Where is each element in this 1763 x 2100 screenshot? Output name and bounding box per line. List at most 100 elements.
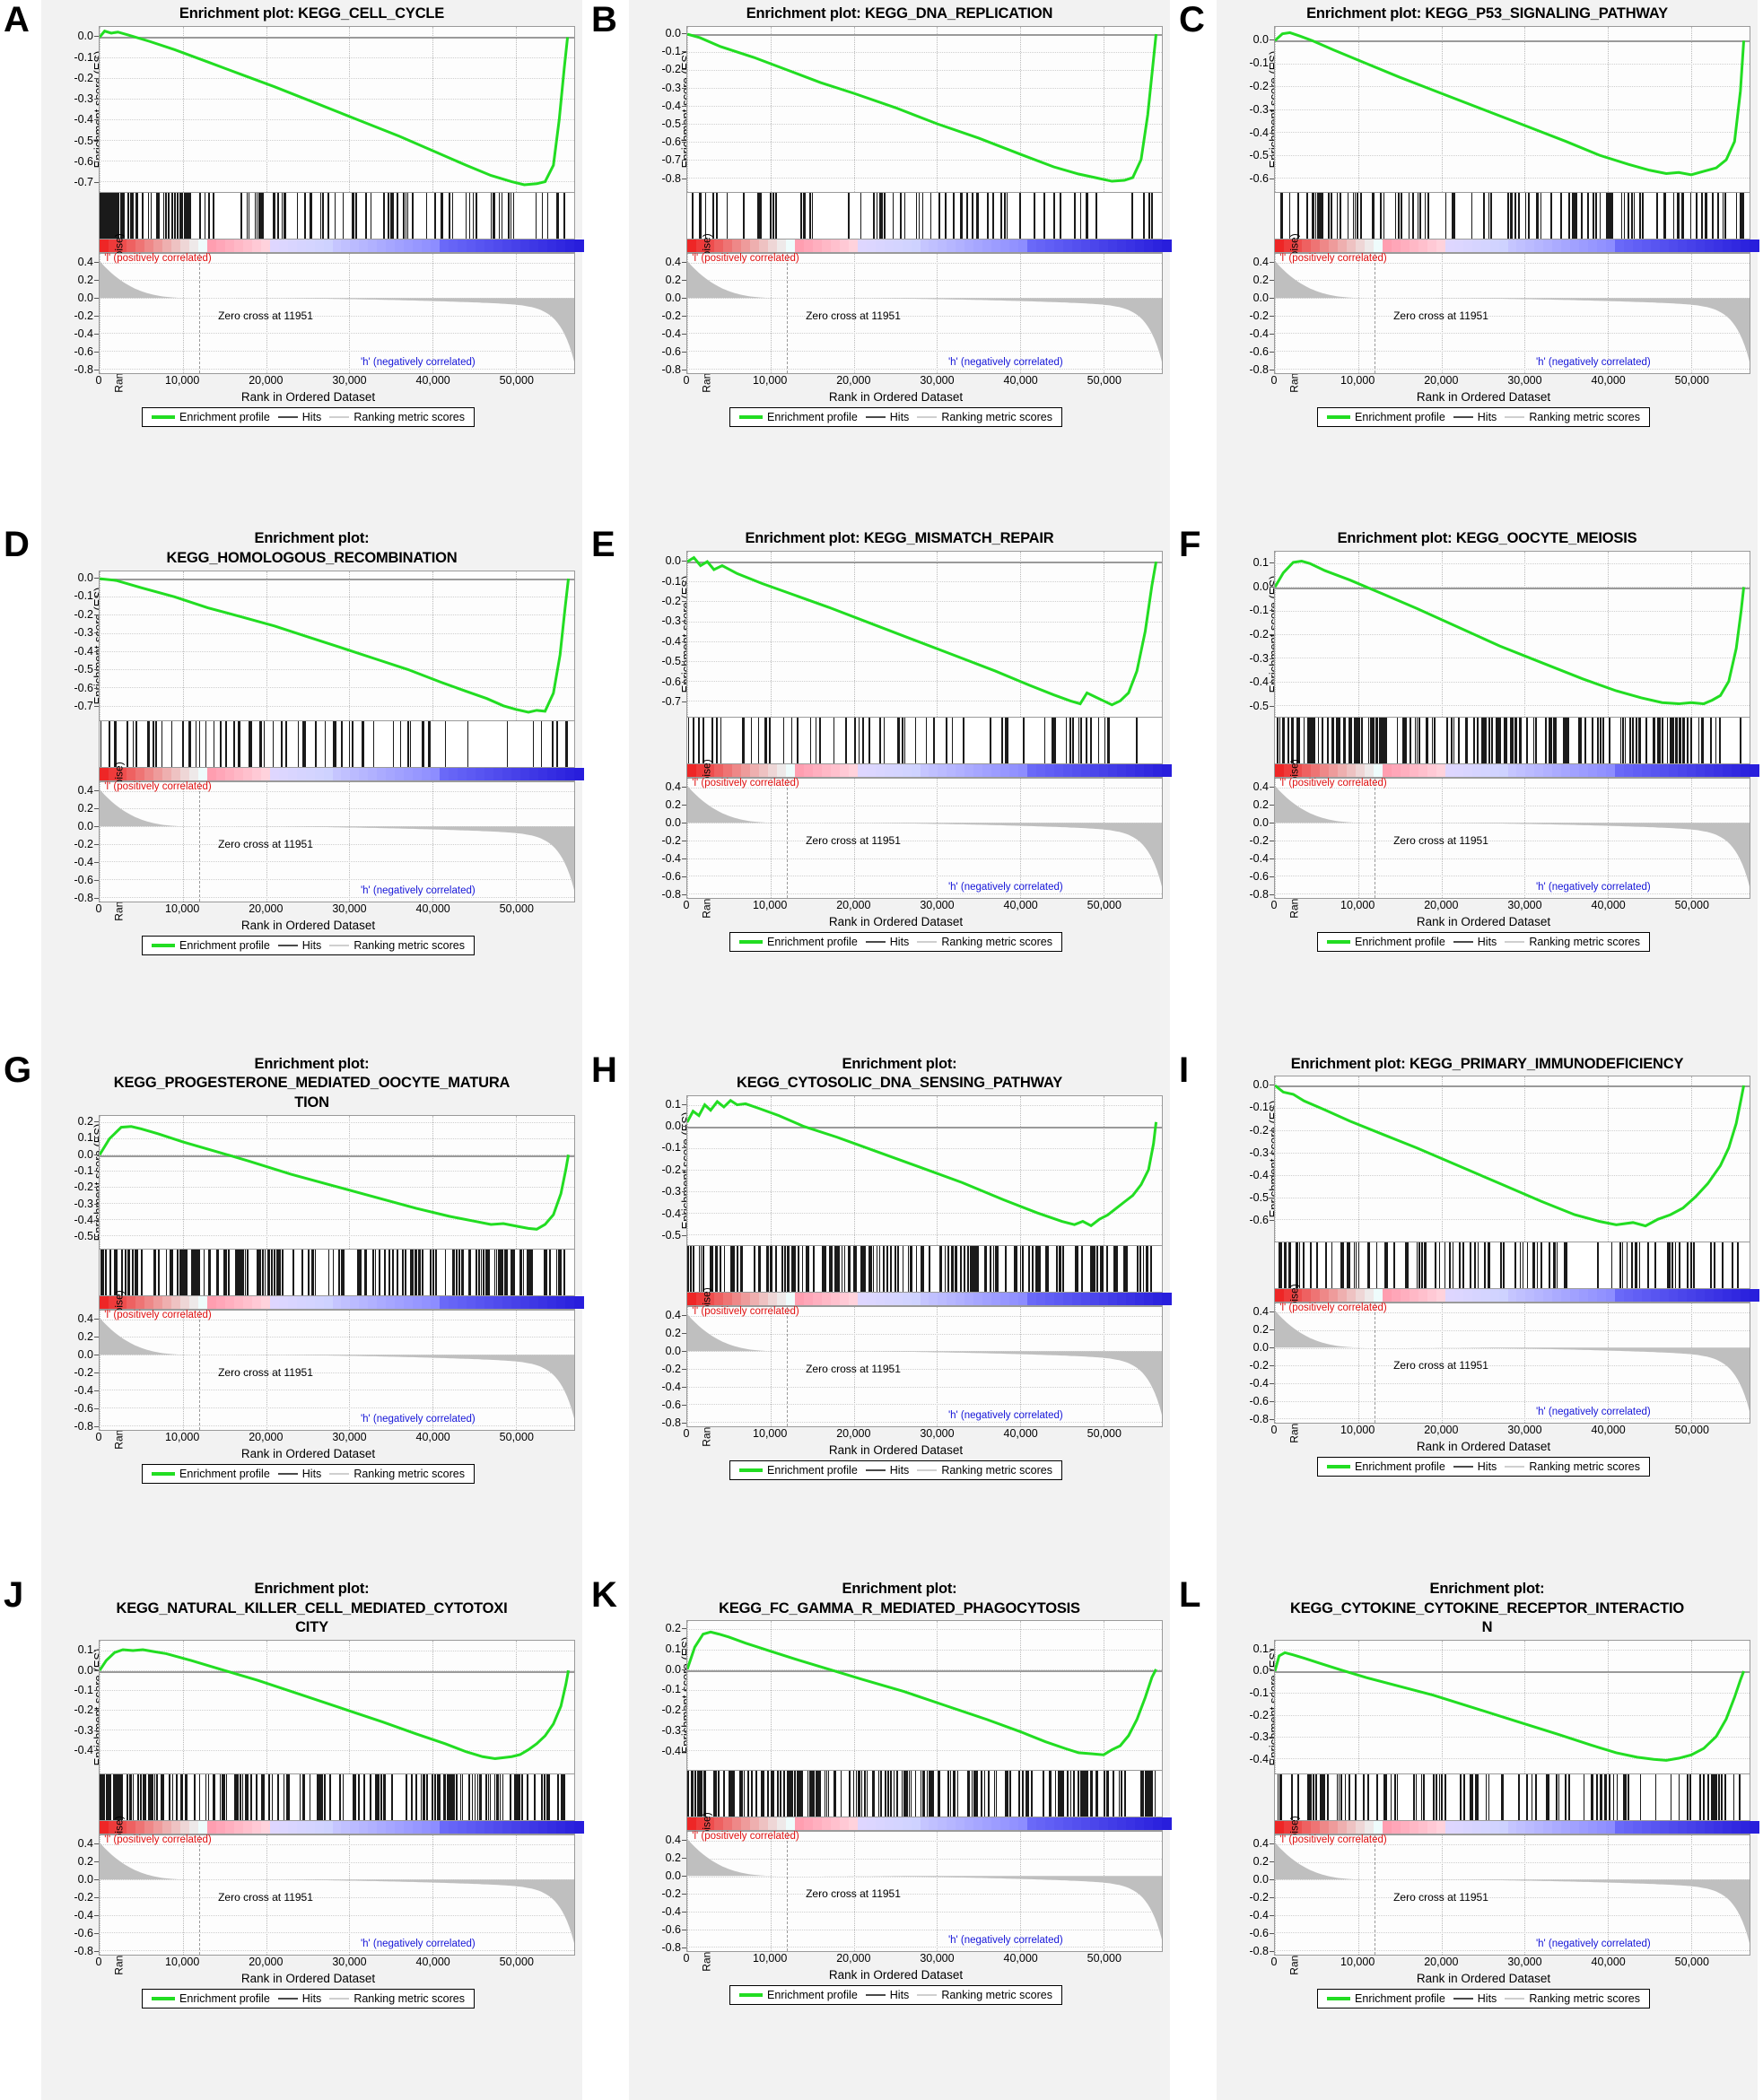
hit-mark [332,1249,335,1295]
hit-mark [1347,192,1349,239]
hit-mark [1390,1774,1392,1821]
hit-mark [1142,1246,1145,1293]
hit-mark [1298,1242,1301,1289]
hit-mark [451,192,454,239]
hit-mark [879,718,881,764]
hits-axis-spacer [1217,1242,1274,1289]
hit-mark [545,1249,547,1295]
hit-mark [365,1249,368,1295]
zero-cross-label: Zero cross at 11951 [218,1891,313,1904]
hit-mark [130,1774,132,1821]
hit-mark [237,1774,240,1821]
plot-legend: Enrichment profile Hits Ranking metric sco… [142,935,475,955]
hit-mark [698,1771,701,1817]
hit-mark [1342,1242,1344,1289]
hit-mark [1620,192,1623,239]
hits-swatch-icon [1453,941,1473,944]
hit-mark [434,192,436,239]
plot-stack: Enrichment score (ES)0.10.0-0.1-0.2-0.3-… [1217,551,1760,1050]
hit-mark [690,1246,692,1293]
legend-enrichment-profile: Enrichment profile [152,939,270,952]
rank-y-tick-label: -0.8 [1249,1945,1269,1958]
hit-mark [883,1246,885,1293]
x-axis-ticks: 0 10,000 20,000 30,000 40,000 50,000 [684,899,1163,914]
hit-mark [182,720,184,767]
hit-mark [754,1246,756,1293]
hits-band [1274,718,1750,765]
hit-mark [1556,1774,1558,1821]
hit-mark [903,718,906,764]
rank-plot-area: Zero cross at 11951'h' (negatively corre… [99,1309,575,1431]
hit-mark [1150,192,1153,239]
hits-axis-spacer [629,1246,686,1293]
hit-mark [1662,718,1663,764]
hit-mark [716,192,718,239]
hit-mark [324,720,327,767]
hit-mark [422,1249,424,1295]
x-tick-label: 40,000 [1591,899,1626,912]
hit-mark [1054,1771,1057,1817]
hit-mark [1062,1246,1065,1293]
hit-mark [1477,1242,1479,1289]
ranking-metric-swatch-icon [1505,941,1525,944]
hit-mark [866,1771,868,1817]
es-plot-area [99,1114,575,1250]
rank-y-tick-label: -0.2 [661,309,681,322]
hit-mark [343,1249,345,1295]
hit-mark [1540,1242,1542,1289]
rank-y-axis: Ranked list metric (Signal2Noise)0.40.20… [41,1816,125,1974]
rank-y-tick-label: 0.4 [1252,255,1269,268]
hit-mark [1596,1774,1598,1821]
positive-correlation-label: 'l' (positively correlated) [104,1309,212,1320]
hit-mark [1418,718,1421,764]
enrichment-score-subplot: Enrichment score (ES)0.0-0.1-0.2-0.3-0.4… [1217,25,1750,193]
zero-cross-label: Zero cross at 11951 [1393,1359,1488,1372]
es-y-tick-label: -0.7 [74,176,93,189]
hit-mark [791,1771,793,1817]
es-y-tick-label: -0.8 [661,171,681,185]
hit-mark [132,1774,135,1821]
hit-mark [1331,192,1333,239]
hit-mark [1666,718,1669,764]
hit-mark [1520,718,1522,764]
ranking-metric-area [100,1317,574,1418]
plot-legend: Enrichment profile Hits Ranking metric sco… [729,932,1062,953]
x-axis-row: 0 10,000 20,000 30,000 40,000 50,000 [1217,1424,1750,1439]
rank-y-tick-label: 0.0 [1252,816,1269,830]
hit-mark [566,720,568,767]
enrichment-profile-curve [1275,27,1750,192]
hit-mark [947,1771,949,1817]
es-y-tick-label: 0.1 [77,1131,93,1145]
hit-mark [1519,1242,1522,1289]
hit-mark [240,1249,242,1295]
hit-mark [737,1246,738,1293]
x-axis-ticks: 0 10,000 20,000 30,000 40,000 50,000 [1271,899,1750,914]
hit-mark [1528,192,1530,239]
hit-mark [303,1774,305,1821]
legend-enrichment-profile-label: Enrichment profile [179,1992,270,2006]
gsea-panel-grid: AEnrichment plot: KEGG_CELL_CYCLEEnrichm… [0,0,1763,2100]
rank-y-axis: Ranked list metric (Signal2Noise)0.40.20… [629,1812,712,1971]
hit-mark [1710,1242,1713,1289]
hit-mark [1079,192,1082,239]
hit-mark [132,720,135,767]
hit-mark [282,1249,284,1295]
colorbar-segment [1750,1821,1760,1834]
x-axis-spacer [1217,374,1274,389]
plot-title: Enrichment plot: KEGG_CELL_CYCLE [41,0,582,24]
legend-hits: Hits [865,936,909,948]
plot-title-line: Enrichment plot: KEGG_OOCYTE_MEIOSIS [1337,530,1637,547]
hit-mark [765,718,768,764]
hit-mark [704,1771,706,1817]
x-tick-label: 0 [683,373,690,387]
rank-y-tick-label: -0.2 [74,1891,93,1904]
hit-mark [1592,1774,1593,1821]
hit-mark [1499,718,1502,764]
hit-mark [1113,1771,1114,1817]
hit-mark [379,1249,380,1295]
hit-mark [1507,192,1509,239]
hit-mark [1533,1242,1535,1289]
x-tick-label: 50,000 [1087,373,1122,387]
x-axis-row: 0 10,000 20,000 30,000 40,000 50,000 [629,1952,1163,1967]
hits-row [629,718,1163,765]
